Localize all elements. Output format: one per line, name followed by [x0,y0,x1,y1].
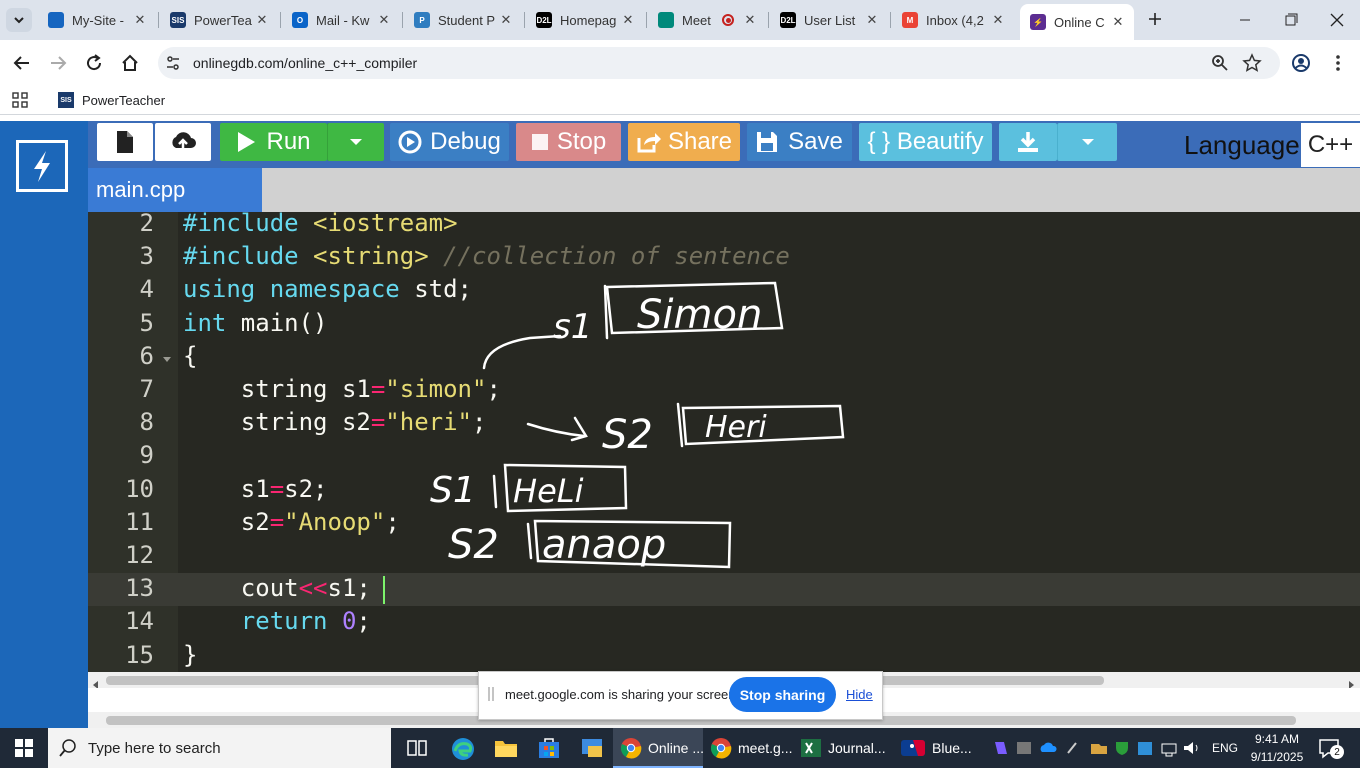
volume-icon [1184,742,1198,754]
scroll-left-arrow[interactable] [92,676,100,689]
task-view-icon [407,740,427,756]
clock-time[interactable]: 9:41 AM [1251,732,1303,746]
annotation-bar-heri [676,402,684,448]
taskbar-app-label: meet.g... [738,740,793,756]
stop-sharing-button[interactable]: Stop sharing [729,677,836,712]
copilot-icon [995,742,1007,754]
start-button[interactable] [0,728,48,768]
windows-logo-icon [15,739,33,757]
tray-language[interactable]: ENG [1212,741,1238,755]
onedrive-school-icon [1017,742,1031,754]
annotation-anoop-value: anaop [542,522,666,568]
network-icon [1161,743,1177,757]
annotation-curve-arrow [482,334,562,370]
search-icon [58,738,78,758]
handwritten-annotations: s1 Simon S2 Heri S1 HeLi S2 anaop [430,281,845,569]
task-view-button[interactable] [405,736,429,760]
taskbar-app-label: Blue... [932,740,972,756]
taskbar-app-blue[interactable]: Blue... [900,728,972,768]
annotation-s1-simon-label: s1 [553,307,592,347]
app-tray-icon [1138,742,1152,755]
annotation-s1-heli-label: S1 [430,470,476,511]
excel-icon [801,739,821,757]
notifications-button[interactable]: 2 [1318,737,1344,761]
annotation-bar-anoop [526,522,533,560]
annotation-s2-anoop-label: S2 [448,522,499,568]
scroll-right-arrow[interactable] [1347,676,1355,689]
store-icon [539,738,559,758]
annotation-simon-value: Simon [637,292,762,338]
mlb-icon [901,740,925,756]
annotation-heri-value: Heri [705,410,767,445]
control-panel-icon [582,739,602,757]
clock-date[interactable]: 9/11/2025 [1247,750,1307,764]
tray-icons [992,738,1204,758]
file-explorer-button[interactable] [494,737,518,759]
annotation-bar-s1-heri [492,474,498,509]
folder-icon [495,741,517,757]
stop-sharing-label: Stop sharing [739,686,826,703]
share-message: meet.google.com is sharing your screen. [505,687,740,702]
taskbar-search-placeholder: Type here to search [88,740,221,757]
shield-tray-icon [1116,742,1128,755]
hide-banner-link[interactable]: Hide [846,687,873,702]
drag-handle-icon[interactable] [488,687,494,701]
store-app-button[interactable] [537,736,561,760]
annotation-arrow-heri [526,416,588,442]
taskbar-app-chrome-meet[interactable]: meet.g... [710,728,792,768]
taskbar-app-excel[interactable]: Journal... [800,728,886,768]
taskbar-app-chrome-online[interactable]: Online ... [620,728,704,768]
annotation-s2-heri-label: S2 [602,412,653,458]
folder-tray-icon [1091,744,1107,754]
taskbar-app-label: Online ... [648,740,705,756]
notification-count: 2 [1330,745,1344,759]
chrome-icon [621,738,642,759]
edge-app-button[interactable] [450,736,476,762]
onedrive-icon [1040,742,1057,752]
chrome-icon [711,738,732,759]
edge-icon [452,738,474,760]
annotation-heli-value: HeLi [513,472,584,510]
control-panel-button[interactable] [580,736,604,760]
network-tool-icon [1067,742,1077,754]
taskbar-app-label: Journal... [828,740,886,756]
